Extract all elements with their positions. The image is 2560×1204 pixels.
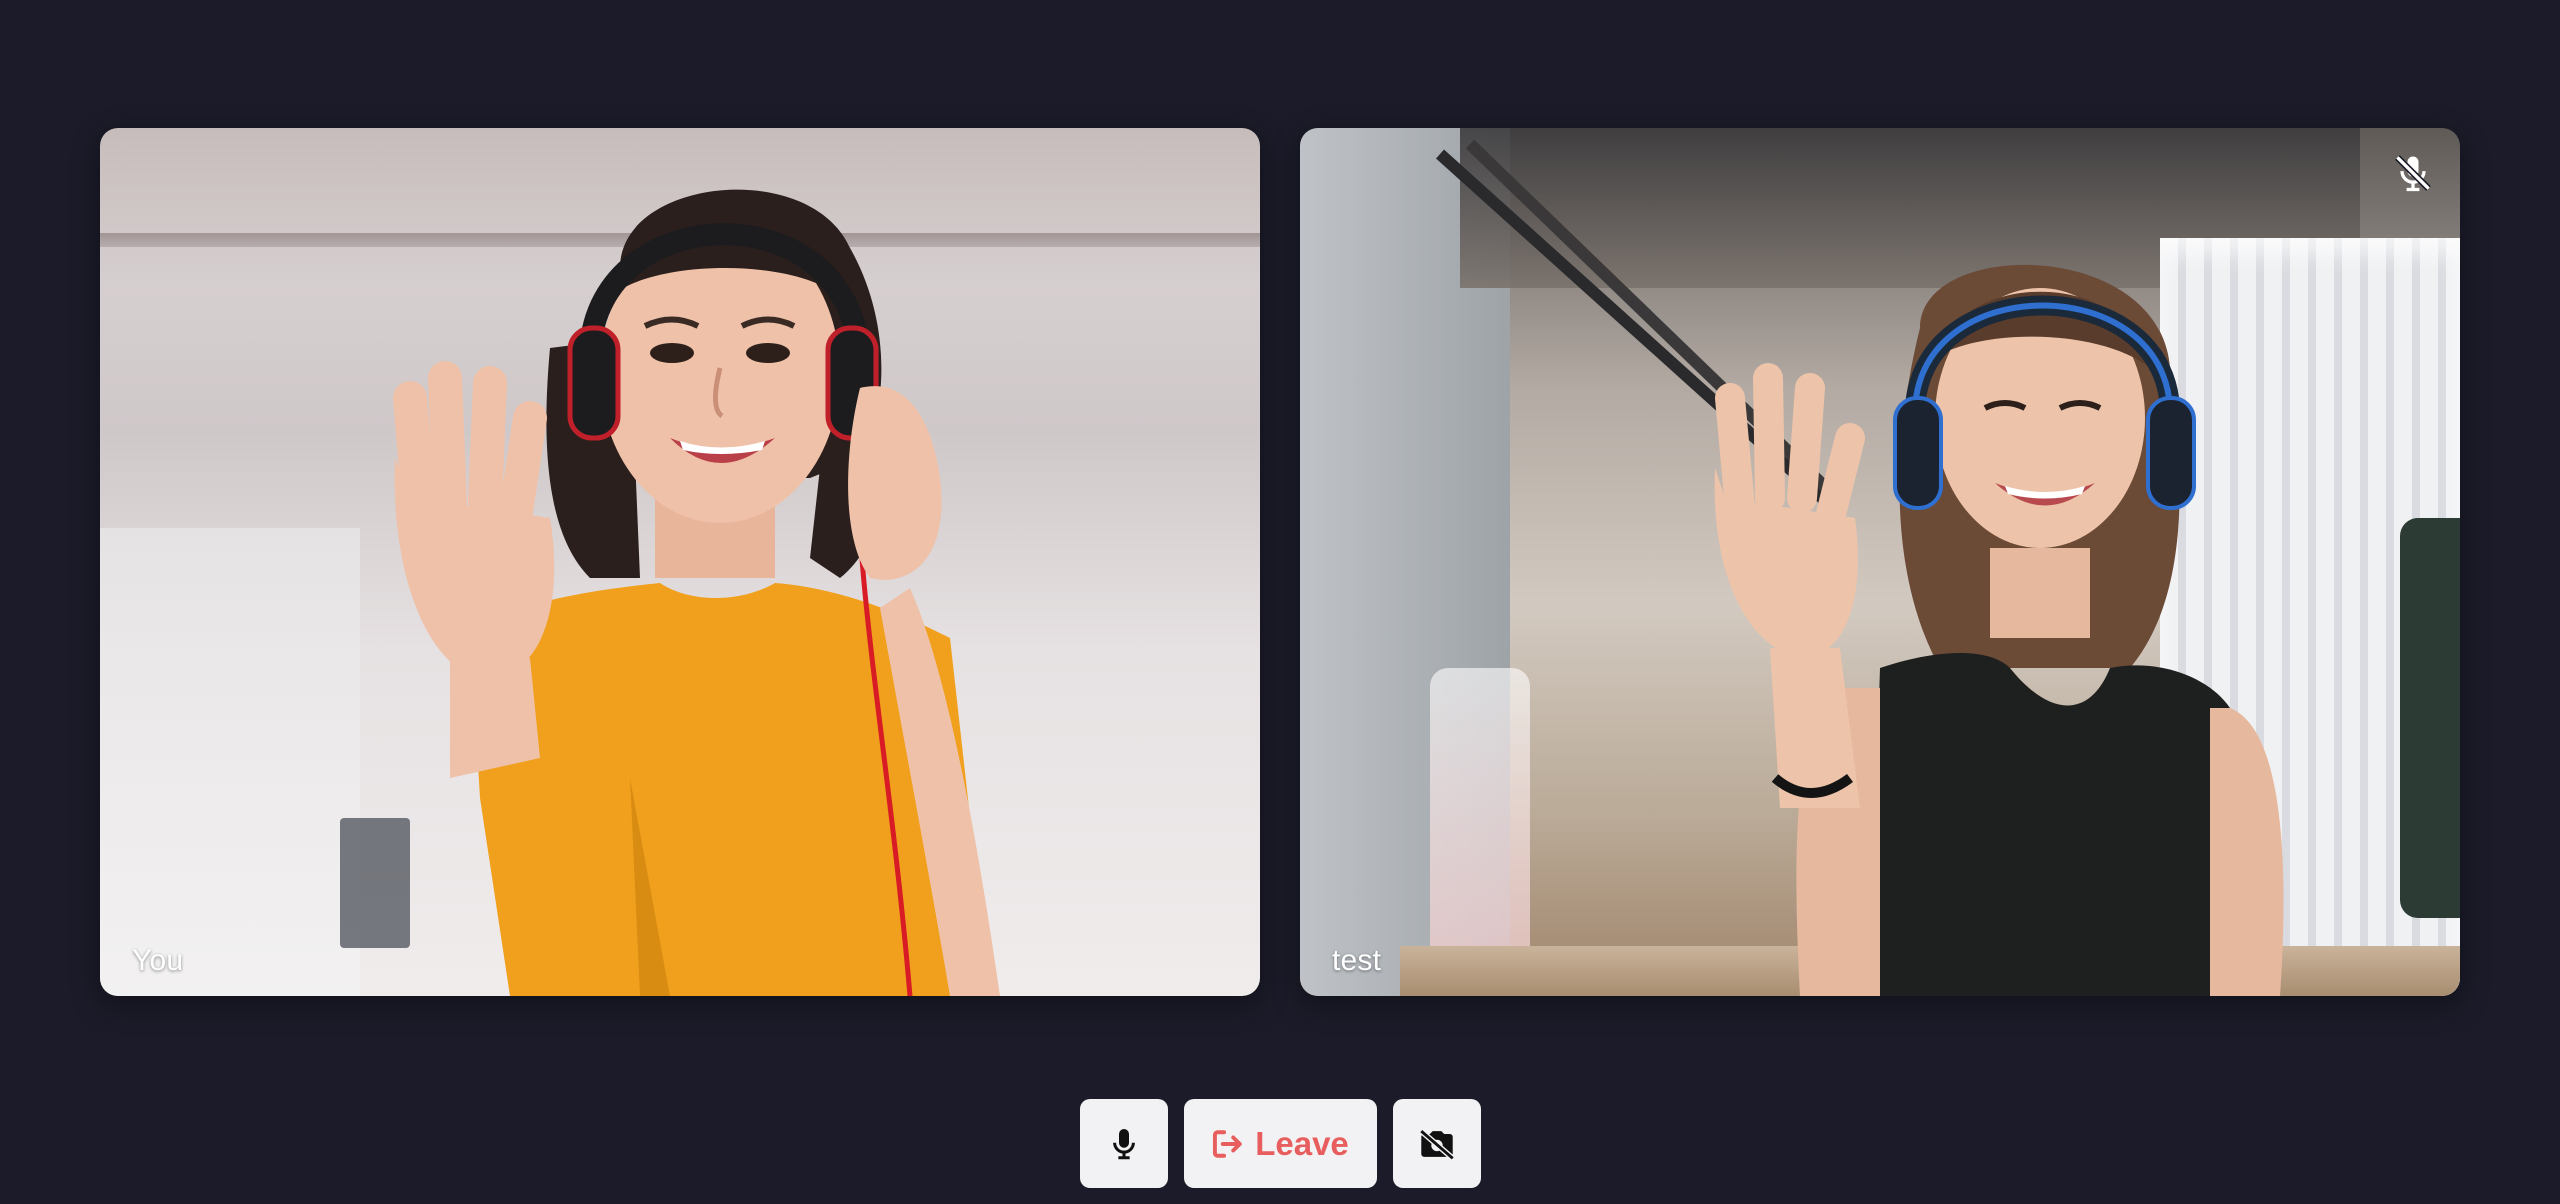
- call-controls: Leave: [0, 1099, 2560, 1188]
- leave-call-button[interactable]: Leave: [1183, 1099, 1377, 1188]
- participant-tile-test: test: [1300, 128, 2460, 996]
- sign-out-icon: [1211, 1128, 1245, 1160]
- leave-label: Leave: [1255, 1124, 1349, 1162]
- microphone-icon: [1109, 1126, 1139, 1162]
- participant-name-label: test: [1332, 944, 1382, 977]
- muted-indicator: [2386, 146, 2440, 200]
- office-chair: [2400, 518, 2460, 918]
- participant-tile-you: You: [100, 128, 1260, 996]
- camera-toggle-button[interactable]: [1392, 1099, 1481, 1188]
- participant-video-person: [1714, 264, 2284, 996]
- water-bottle: [1430, 668, 1530, 968]
- participant-name-label: You: [132, 944, 184, 977]
- video-feed-you: [100, 128, 1260, 996]
- wall-panel: [100, 528, 360, 996]
- video-call-screen: You test Leave: [0, 0, 2560, 1204]
- microphone-toggle-button[interactable]: [1079, 1099, 1168, 1188]
- video-feed-test: [1300, 128, 2460, 996]
- video-off-icon: [1417, 1126, 1457, 1162]
- participant-video-person: [393, 189, 1000, 996]
- microphone-slash-icon: [2395, 155, 2431, 192]
